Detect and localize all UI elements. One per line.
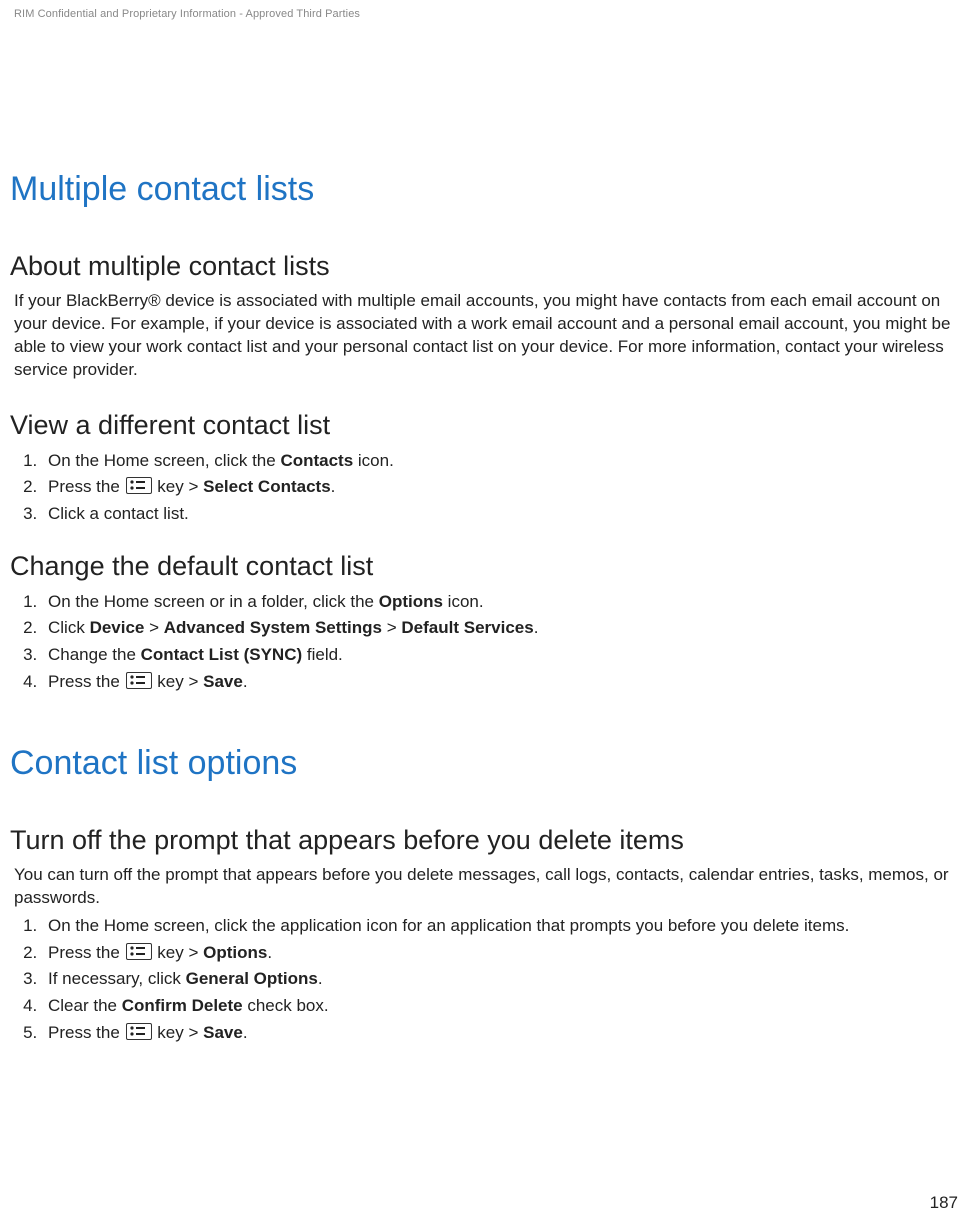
list-item: Press the key > Options.: [42, 941, 960, 966]
steps-turn-off-prompt: On the Home screen, click the applicatio…: [14, 914, 960, 1045]
step-text: Press the: [48, 943, 125, 962]
step-text: Press the: [48, 1023, 125, 1042]
step-text: field.: [302, 645, 343, 664]
list-item: If necessary, click General Options.: [42, 967, 960, 992]
page-number: 187: [930, 1193, 958, 1213]
step-text: key >: [153, 477, 204, 496]
step-text: icon.: [443, 592, 484, 611]
document-page: RIM Confidential and Proprietary Informa…: [0, 0, 974, 1227]
step-text: >: [144, 618, 163, 637]
list-item: Press the key > Save.: [42, 670, 960, 695]
step-text: check box.: [243, 996, 329, 1015]
bold-text: Confirm Delete: [122, 996, 243, 1015]
steps-view-different-list: On the Home screen, click the Contacts i…: [14, 449, 960, 527]
bold-text: Save: [203, 1023, 243, 1042]
step-text: .: [534, 618, 539, 637]
step-text: Press the: [48, 672, 125, 691]
step-text: On the Home screen, click the: [48, 451, 280, 470]
heading-about-multiple-contact-lists: About multiple contact lists: [10, 251, 960, 282]
step-text: .: [267, 943, 272, 962]
step-text: key >: [153, 672, 204, 691]
bold-text: Save: [203, 672, 243, 691]
menu-key-icon: [126, 477, 152, 494]
bold-text: Device: [90, 618, 145, 637]
step-text: Click: [48, 618, 90, 637]
paragraph-turn-off-prompt: You can turn off the prompt that appears…: [14, 864, 960, 910]
bold-text: Options: [379, 592, 443, 611]
step-text: .: [243, 672, 248, 691]
bold-text: General Options: [186, 969, 318, 988]
bold-text: Advanced System Settings: [164, 618, 382, 637]
step-text: .: [318, 969, 323, 988]
step-text: key >: [153, 1023, 204, 1042]
bold-text: Contacts: [280, 451, 353, 470]
section-title-contact-list-options: Contact list options: [10, 744, 960, 783]
paragraph-about: If your BlackBerry® device is associated…: [14, 290, 960, 382]
step-text: >: [382, 618, 401, 637]
step-text: If necessary, click: [48, 969, 186, 988]
step-text: On the Home screen, click the applicatio…: [48, 916, 849, 935]
bold-text: Select Contacts: [203, 477, 331, 496]
heading-change-default-list: Change the default contact list: [10, 551, 960, 582]
list-item: Press the key > Save.: [42, 1021, 960, 1046]
step-text: .: [243, 1023, 248, 1042]
list-item: Clear the Confirm Delete check box.: [42, 994, 960, 1019]
list-item: On the Home screen, click the applicatio…: [42, 914, 960, 939]
step-text: Clear the: [48, 996, 122, 1015]
confidential-header: RIM Confidential and Proprietary Informa…: [14, 8, 960, 20]
step-text: On the Home screen or in a folder, click…: [48, 592, 379, 611]
list-item: On the Home screen, click the Contacts i…: [42, 449, 960, 474]
bold-text: Contact List (SYNC): [141, 645, 303, 664]
list-item: Change the Contact List (SYNC) field.: [42, 643, 960, 668]
step-text: .: [331, 477, 336, 496]
step-text: Press the: [48, 477, 125, 496]
list-item: Click Device > Advanced System Settings …: [42, 616, 960, 641]
step-text: Change the: [48, 645, 141, 664]
menu-key-icon: [126, 943, 152, 960]
heading-turn-off-prompt: Turn off the prompt that appears before …: [10, 825, 960, 856]
bold-text: Options: [203, 943, 267, 962]
step-text: key >: [153, 943, 204, 962]
step-text: icon.: [353, 451, 394, 470]
steps-change-default-list: On the Home screen or in a folder, click…: [14, 590, 960, 695]
section-title-multiple-contact-lists: Multiple contact lists: [10, 170, 960, 209]
list-item: Press the key > Select Contacts.: [42, 475, 960, 500]
menu-key-icon: [126, 672, 152, 689]
step-text: Click a contact list.: [48, 504, 189, 523]
menu-key-icon: [126, 1023, 152, 1040]
list-item: Click a contact list.: [42, 502, 960, 527]
list-item: On the Home screen or in a folder, click…: [42, 590, 960, 615]
bold-text: Default Services: [401, 618, 533, 637]
heading-view-different-list: View a different contact list: [10, 410, 960, 441]
